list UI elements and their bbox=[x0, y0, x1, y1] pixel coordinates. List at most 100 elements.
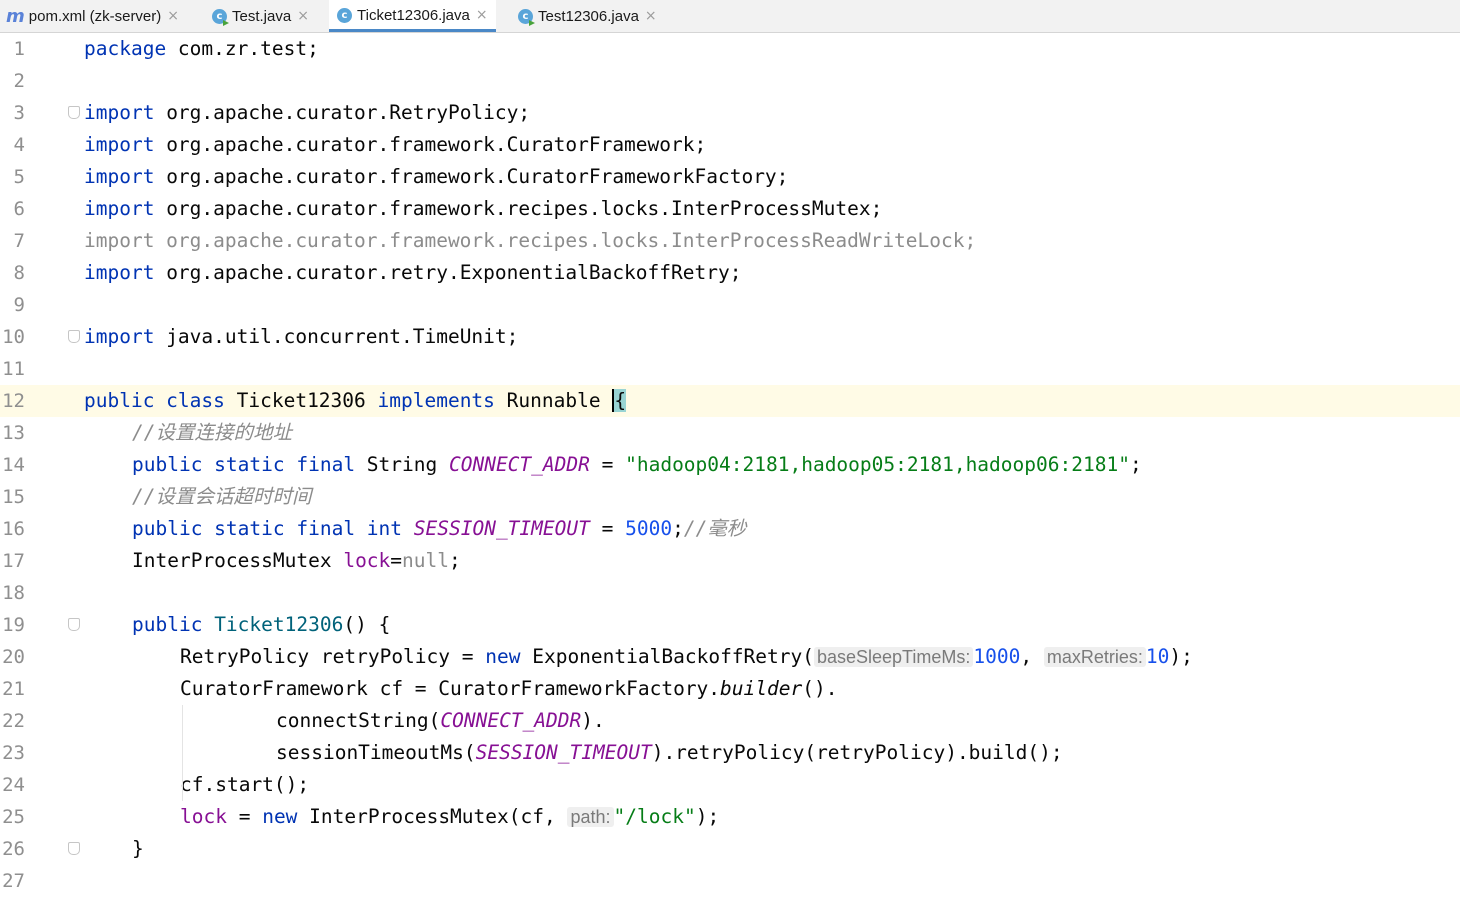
code-line: 2 bbox=[0, 65, 1460, 97]
code-text: cf.start(); bbox=[180, 773, 310, 796]
code-line: 15 //设置会话超时时间 bbox=[0, 481, 1460, 513]
keyword: import bbox=[84, 165, 155, 188]
line-code: public static final int SESSION_TIMEOUT … bbox=[132, 513, 746, 545]
code-text: org.apache.curator.framework.CuratorFram… bbox=[154, 165, 789, 188]
code-line: 11 bbox=[0, 353, 1460, 385]
line-code: import org.apache.curator.framework.Cura… bbox=[84, 129, 706, 161]
tab-pom-xml[interactable]: m pom.xml (zk-server) × bbox=[6, 0, 179, 32]
class-name: Ticket12306 bbox=[224, 389, 378, 412]
line-code: lock = new InterProcessMutex(cf, path: "/… bbox=[180, 801, 719, 833]
keyword: int bbox=[355, 517, 414, 540]
code-text: org.apache.curator.retry.ExponentialBack… bbox=[154, 261, 742, 284]
line-code: public static final String CONNECT_ADDR … bbox=[132, 449, 1142, 481]
line-code: public Ticket12306() { bbox=[132, 609, 390, 641]
code-line: 17 InterProcessMutex lock=null; bbox=[0, 545, 1460, 577]
constant: CONNECT_ADDR bbox=[448, 453, 590, 476]
code-text: , bbox=[1020, 645, 1044, 668]
code-line: 24 cf.start(); bbox=[0, 769, 1460, 801]
code-line: 20 RetryPolicy retryPolicy = new Exponen… bbox=[0, 641, 1460, 673]
code-text: (). bbox=[802, 677, 838, 700]
line-number: 19 bbox=[2, 614, 25, 636]
comment: //毫秒 bbox=[683, 517, 747, 540]
keyword: import bbox=[84, 261, 155, 284]
code-text: org.apache.curator.framework.CuratorFram… bbox=[154, 133, 707, 156]
code-text: () { bbox=[343, 613, 391, 636]
line-number: 20 bbox=[2, 646, 25, 668]
code-text: ExponentialBackoffRetry( bbox=[520, 645, 814, 668]
current-code-line: 12 public class Ticket12306 implements R… bbox=[0, 385, 1460, 417]
code-line: 8 import org.apache.curator.retry.Expone… bbox=[0, 257, 1460, 289]
code-text: ; bbox=[449, 549, 461, 572]
code-line: 1 package com.zr.test; bbox=[0, 33, 1460, 65]
line-code: import org.apache.curator.framework.reci… bbox=[84, 193, 882, 225]
code-line: 26 } bbox=[0, 833, 1460, 865]
code-line: 14 public static final String CONNECT_AD… bbox=[0, 449, 1460, 481]
line-number: 12 bbox=[2, 390, 25, 412]
code-text: } bbox=[132, 837, 144, 860]
keyword: new bbox=[485, 645, 521, 668]
keyword: public static final bbox=[132, 453, 356, 476]
tab-test12306-java[interactable]: c Test12306.java × bbox=[518, 0, 657, 32]
keyword: public bbox=[132, 613, 203, 636]
tab-ticket12306-java[interactable]: c Ticket12306.java × bbox=[329, 0, 496, 32]
line-code: cf.start(); bbox=[180, 769, 309, 801]
line-code: connectString(CONNECT_ADDR). bbox=[276, 705, 605, 737]
code-text: = bbox=[589, 517, 626, 540]
line-code: //设置连接的地址 bbox=[132, 417, 292, 449]
line-code: import org.apache.curator.retry.Exponent… bbox=[84, 257, 741, 289]
tab-label: pom.xml (zk-server) bbox=[28, 7, 162, 25]
code-line: 25 lock = new InterProcessMutex(cf, path… bbox=[0, 801, 1460, 833]
code-line: 7 import org.apache.curator.framework.re… bbox=[0, 225, 1460, 257]
matched-brace: { bbox=[612, 389, 627, 412]
constant: SESSION_TIMEOUT bbox=[475, 741, 652, 764]
fold-icon[interactable] bbox=[68, 106, 80, 119]
code-line: 4 import org.apache.curator.framework.Cu… bbox=[0, 129, 1460, 161]
code-line: 9 bbox=[0, 289, 1460, 321]
line-number: 2 bbox=[13, 70, 25, 92]
code-text: java.util.concurrent.TimeUnit; bbox=[154, 325, 519, 348]
code-line: 22 connectString(CONNECT_ADDR). bbox=[0, 705, 1460, 737]
line-number: 4 bbox=[13, 134, 25, 156]
line-number: 14 bbox=[2, 454, 25, 476]
code-line: 27 bbox=[0, 865, 1460, 897]
code-line: 16 public static final int SESSION_TIMEO… bbox=[0, 513, 1460, 545]
maven-icon: m bbox=[6, 5, 25, 27]
code-text: ). bbox=[581, 709, 605, 732]
parameter-hint: path: bbox=[567, 807, 614, 827]
constant: CONNECT_ADDR bbox=[440, 709, 582, 732]
line-number: 5 bbox=[13, 166, 25, 188]
keyword: new bbox=[262, 805, 298, 828]
code-editor[interactable]: 1 package com.zr.test; 2 3 import org.ap… bbox=[0, 33, 1460, 892]
code-line: 19 public Ticket12306() { bbox=[0, 609, 1460, 641]
code-line: 6 import org.apache.curator.framework.re… bbox=[0, 193, 1460, 225]
line-number: 18 bbox=[2, 582, 25, 604]
line-number: 8 bbox=[13, 262, 25, 284]
close-icon[interactable]: × bbox=[476, 7, 488, 23]
field: lock bbox=[343, 549, 391, 572]
close-icon[interactable]: × bbox=[297, 8, 309, 24]
code-text: = bbox=[226, 805, 263, 828]
line-number: 16 bbox=[2, 518, 25, 540]
tab-test-java[interactable]: c Test.java × bbox=[212, 0, 309, 32]
line-code: import org.apache.curator.RetryPolicy; bbox=[84, 97, 530, 129]
editor-tab-bar: m pom.xml (zk-server) × c Test.java × c … bbox=[0, 0, 1460, 33]
line-number: 22 bbox=[2, 710, 25, 732]
code-line: 3 import org.apache.curator.RetryPolicy; bbox=[0, 97, 1460, 129]
line-number: 15 bbox=[2, 486, 25, 508]
close-icon[interactable]: × bbox=[645, 8, 657, 24]
keyword: public class bbox=[84, 389, 225, 412]
line-number: 6 bbox=[13, 198, 25, 220]
fold-icon[interactable] bbox=[68, 330, 80, 343]
line-code: //设置会话超时时间 bbox=[132, 481, 311, 513]
constant: SESSION_TIMEOUT bbox=[413, 517, 590, 540]
java-class-icon: c bbox=[212, 8, 229, 26]
comment: //设置会话超时时间 bbox=[132, 485, 312, 508]
field: lock bbox=[180, 805, 227, 828]
fold-icon[interactable] bbox=[68, 842, 80, 855]
number-literal: 1000 bbox=[973, 645, 1021, 668]
close-icon[interactable]: × bbox=[167, 8, 179, 24]
line-number: 10 bbox=[2, 326, 25, 348]
line-code: package com.zr.test; bbox=[84, 33, 319, 65]
fold-icon[interactable] bbox=[68, 618, 80, 631]
line-number: 24 bbox=[2, 774, 25, 796]
